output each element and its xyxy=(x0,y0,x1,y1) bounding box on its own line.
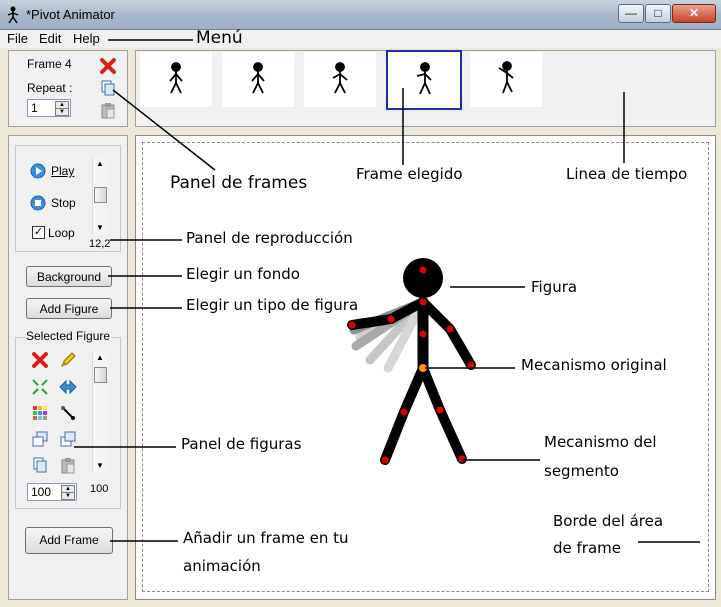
annotation-panel-reproduccion: Panel de reproducción xyxy=(186,229,353,247)
annotation-figura: Figura xyxy=(531,278,578,296)
annotation-elegir-fondo: Elegir un fondo xyxy=(186,265,300,283)
annotation-anadir-frame-line2: animación xyxy=(183,557,261,575)
annotation-mecanismo-segmento-line2: segmento xyxy=(544,462,619,480)
annotation-panel-frames: Panel de frames xyxy=(170,173,308,193)
annotation-mecanismo-original: Mecanismo original xyxy=(521,356,667,374)
annotation-frame-elegido: Frame elegido xyxy=(356,165,463,183)
annotation-panel-figuras: Panel de figuras xyxy=(181,435,302,453)
annotation-anadir-frame-line1: Añadir un frame en tu xyxy=(183,529,349,547)
annotation-borde-line2: de frame xyxy=(553,539,621,557)
annotation-menu: Menú xyxy=(196,28,243,48)
annotation-linea-tiempo: Linea de tiempo xyxy=(566,165,688,183)
annotation-elegir-figura: Elegir un tipo de figura xyxy=(186,296,359,314)
annotation-borde-line1: Borde del área xyxy=(553,512,664,530)
annotation-mecanismo-segmento-line1: Mecanismo del xyxy=(544,433,657,451)
